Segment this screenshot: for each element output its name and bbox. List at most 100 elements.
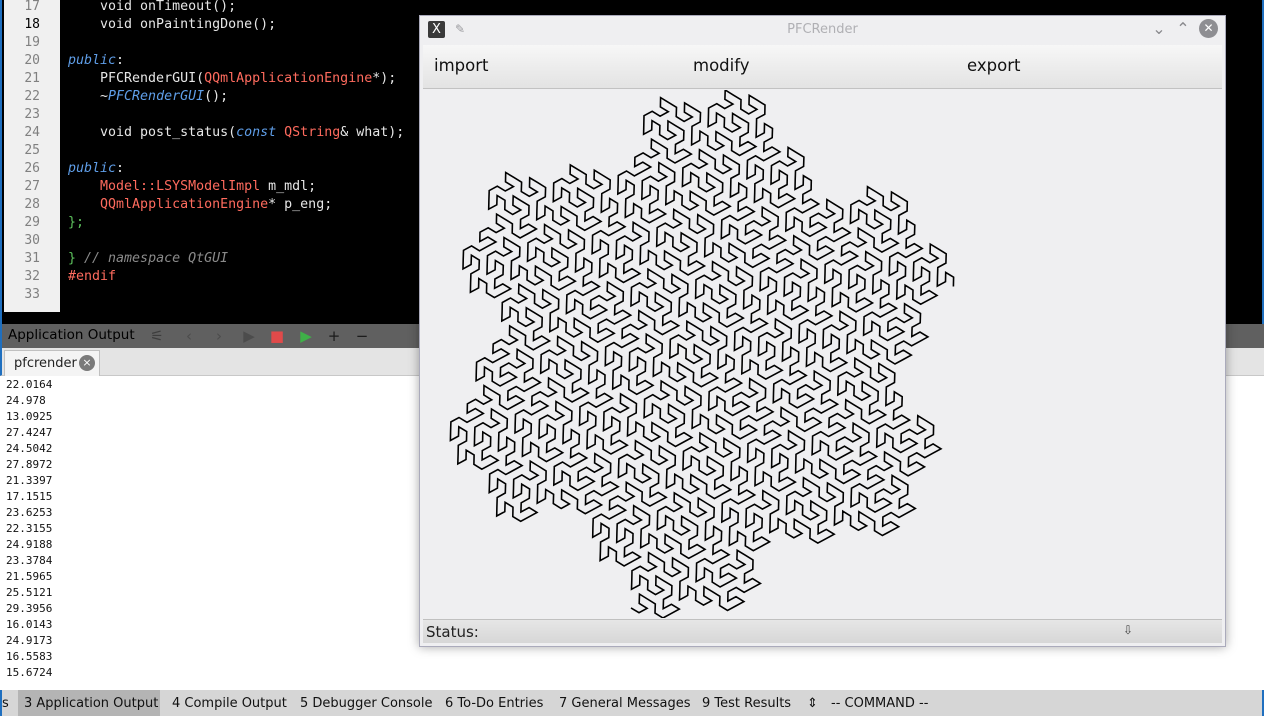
code-line[interactable]: ~PFCRenderGUI(); <box>68 88 228 106</box>
code-line[interactable]: QQmlApplicationEngine* p_eng; <box>68 196 332 214</box>
zoom-in-icon[interactable]: + <box>325 327 343 345</box>
code-line[interactable]: public: <box>68 160 124 178</box>
run-icon[interactable]: ▶ <box>240 327 258 345</box>
line-number: 27 <box>24 179 40 194</box>
close-tab-icon[interactable]: × <box>79 355 95 371</box>
output-line: 16.0143 <box>6 618 53 631</box>
line-number: 29 <box>24 215 40 230</box>
close-icon[interactable]: ✕ <box>1199 19 1218 38</box>
code-token: : <box>116 161 125 176</box>
code-token: (); <box>204 89 229 104</box>
code-token: void post_status( <box>68 125 237 140</box>
output-line: 16.5583 <box>6 650 53 663</box>
output-line: 15.6724 <box>6 666 53 679</box>
bottom-tab-application-output[interactable]: 3 Application Output <box>24 696 158 711</box>
tab-label: pfcrender <box>14 356 77 371</box>
code-token: m_mdl; <box>260 179 317 194</box>
output-line: 23.6253 <box>6 506 53 519</box>
code-line[interactable]: } // namespace QtGUI <box>68 250 228 268</box>
window-titlebar[interactable]: X ✎ PFCRender ⌄ ⌃ ✕ <box>420 16 1225 44</box>
line-number: 20 <box>24 53 40 68</box>
minimize-icon[interactable]: ⌄ <box>1151 20 1167 38</box>
code-token: }; <box>68 215 85 230</box>
updown-arrows-icon[interactable]: ⇕ <box>807 696 818 711</box>
output-line: 24.9188 <box>6 538 53 551</box>
output-line: 24.978 <box>6 394 46 407</box>
bottom-status-bar: s 3 Application Output 4 Compile Output … <box>0 690 1264 716</box>
code-token: *); <box>372 71 397 86</box>
output-line: 13.0925 <box>6 410 53 423</box>
code-token: QQmlApplicationEngine <box>204 71 373 86</box>
line-number: 21 <box>24 71 40 86</box>
code-line[interactable]: void post_status(const QString& what); <box>68 124 404 142</box>
maximize-icon[interactable]: ⌃ <box>1175 20 1191 38</box>
menu-modify[interactable]: modify <box>693 56 750 75</box>
menu-bar: import modify export <box>423 45 1222 89</box>
line-number: 24 <box>24 125 40 140</box>
output-pane-title: Application Output <box>8 327 135 343</box>
code-token: // namespace QtGUI <box>76 251 229 266</box>
code-token: PFCRenderGUI( <box>68 71 205 86</box>
render-canvas[interactable] <box>423 90 1222 618</box>
line-number: 18 <box>24 17 40 32</box>
code-line[interactable]: void onPaintingDone(); <box>68 16 276 34</box>
line-number: 26 <box>24 161 40 176</box>
previous-icon[interactable]: ‹ <box>180 327 198 345</box>
rerun-icon[interactable]: ▶ <box>297 327 315 345</box>
output-line: 24.9173 <box>6 634 53 647</box>
code-line[interactable]: #endif <box>68 268 116 286</box>
code-line[interactable]: public: <box>68 52 124 70</box>
code-token: * p_eng; <box>268 197 333 212</box>
bottom-tab-general-messages[interactable]: 7 General Messages <box>559 696 691 711</box>
output-line: 22.0164 <box>6 378 53 391</box>
code-token: public <box>68 161 117 176</box>
line-number: 28 <box>24 197 40 212</box>
line-number: 32 <box>24 269 40 284</box>
output-line: 24.5042 <box>6 442 53 455</box>
zoom-out-icon[interactable]: − <box>353 327 371 345</box>
output-line: 25.5121 <box>6 586 53 599</box>
code-token: public <box>68 53 117 68</box>
output-line: 27.4247 <box>6 426 53 439</box>
bottom-tab-test-results[interactable]: 9 Test Results <box>702 696 791 711</box>
filter-icon[interactable]: ⚟ <box>148 327 166 345</box>
next-icon[interactable]: › <box>210 327 228 345</box>
output-line: 21.5965 <box>6 570 53 583</box>
fractal-curve-path <box>449 90 955 618</box>
window-title: PFCRender <box>787 22 858 37</box>
code-line[interactable]: }; <box>68 214 84 232</box>
output-line: 29.3956 <box>6 602 53 615</box>
code-line[interactable]: PFCRenderGUI(QQmlApplicationEngine*); <box>68 70 396 88</box>
bottom-tab-debugger-console[interactable]: 5 Debugger Console <box>300 696 433 711</box>
line-number: 25 <box>24 143 40 158</box>
line-number: 30 <box>24 233 40 248</box>
menu-import[interactable]: import <box>434 56 488 75</box>
code-token: QString <box>284 125 341 140</box>
output-list: 22.0164 24.978 13.0925 27.4247 24.5042 27.897… <box>2 377 422 687</box>
code-token: #endif <box>68 269 117 284</box>
output-line: 17.1515 <box>6 490 53 503</box>
code-token: const <box>236 125 277 140</box>
code-line[interactable]: Model::LSYSModelImpl m_mdl; <box>68 178 316 196</box>
line-number: 22 <box>24 89 40 104</box>
menu-export[interactable]: export <box>967 56 1020 75</box>
code-line[interactable]: void onTimeout(); <box>68 0 236 16</box>
resize-grip-icon[interactable]: ⇩ <box>1123 623 1133 637</box>
pfcrender-window: X ✎ PFCRender ⌄ ⌃ ✕ import modify export… <box>419 15 1226 647</box>
code-token: PFCRenderGUI <box>108 89 205 104</box>
code-token: & what); <box>340 125 405 140</box>
code-token: QQmlApplicationEngine <box>100 197 269 212</box>
bottom-tab-todo-entries[interactable]: 6 To-Do Entries <box>445 696 543 711</box>
stop-icon[interactable]: ■ <box>268 327 286 345</box>
fractal-curve <box>449 90 955 618</box>
bottom-bar-edge-label: s <box>2 696 9 711</box>
vim-mode-indicator: -- COMMAND -- <box>831 696 929 711</box>
code-token: Model::LSYSModelImpl <box>100 179 261 194</box>
line-number: 23 <box>24 107 40 122</box>
tab-pfcrender[interactable]: pfcrender × <box>4 350 100 376</box>
code-token: void onPaintingDone(); <box>68 17 277 32</box>
bottom-tab-compile-output[interactable]: 4 Compile Output <box>172 696 287 711</box>
output-line: 21.3397 <box>6 474 53 487</box>
